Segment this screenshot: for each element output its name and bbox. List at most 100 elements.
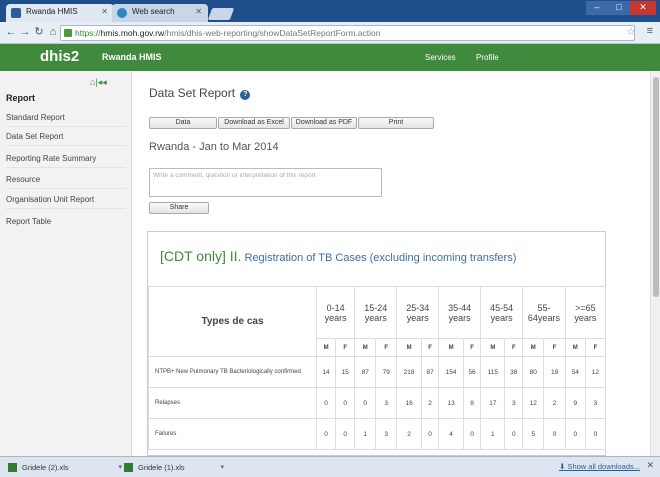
data-cell[interactable]: 38 xyxy=(504,356,524,388)
browser-tab-inactive[interactable]: Web search ✕ xyxy=(112,4,208,22)
dhis2-logo[interactable]: dhis2 xyxy=(40,48,79,65)
data-cell[interactable]: 0 xyxy=(564,418,586,450)
reload-icon[interactable]: ↻ xyxy=(32,25,46,39)
app-header: dhis2 Rwanda HMIS Services Profile xyxy=(0,44,660,71)
data-cell[interactable]: 14 xyxy=(315,356,337,388)
vertical-scrollbar[interactable] xyxy=(650,71,660,456)
collapse-icon[interactable]: |◂◂ xyxy=(95,77,106,87)
data-cell[interactable]: 2 xyxy=(420,387,440,419)
section-prefix: [CDT only] xyxy=(160,248,226,264)
data-cell[interactable]: 19 xyxy=(543,356,566,388)
services-menu[interactable]: Services xyxy=(425,53,456,62)
data-cell[interactable]: 0 xyxy=(354,387,377,419)
share-button[interactable]: Share xyxy=(149,202,209,214)
help-icon[interactable]: ? xyxy=(240,90,251,100)
browser-tab-active[interactable]: Rwanda HMIS ✕ xyxy=(6,4,114,22)
sex-header: M xyxy=(564,338,586,357)
sidebar-item-data-set-report[interactable]: Data Set Report xyxy=(6,132,126,146)
data-cell[interactable]: 15 xyxy=(335,356,356,388)
data-cell[interactable]: 115 xyxy=(480,356,506,388)
sex-header: F xyxy=(375,338,398,357)
data-button[interactable]: Data xyxy=(149,117,217,129)
chevron-down-icon[interactable]: ▾ xyxy=(220,461,224,474)
data-cell[interactable]: 4 xyxy=(438,418,464,450)
print-button[interactable]: Print xyxy=(358,117,434,129)
data-cell[interactable]: 3 xyxy=(375,418,398,450)
close-window-icon[interactable]: ✕ xyxy=(630,1,656,15)
show-all-downloads-link[interactable]: ⬇ Show all downloads... xyxy=(559,462,640,471)
browser-menu-icon[interactable]: ≡ xyxy=(647,25,653,37)
data-cell[interactable]: 0 xyxy=(420,418,440,450)
forward-arrow-icon[interactable]: → xyxy=(18,25,32,39)
tb-registration-table: Types de cas 0-14 years 15-24 years 25-3… xyxy=(148,286,607,450)
maximize-icon[interactable]: □ xyxy=(608,1,630,15)
close-tab-icon[interactable]: ✕ xyxy=(101,7,108,16)
data-cell[interactable]: 0 xyxy=(315,387,337,419)
chevron-down-icon[interactable]: ▾ xyxy=(118,461,122,474)
data-cell[interactable]: 1 xyxy=(354,418,377,450)
data-cell[interactable]: 0 xyxy=(315,418,337,450)
age-group-header: 55-64years xyxy=(522,286,566,339)
close-tab-icon[interactable]: ✕ xyxy=(195,7,202,16)
data-cell[interactable]: 13 xyxy=(438,387,464,419)
row-label: Relapses xyxy=(148,387,317,419)
data-cell[interactable]: 87 xyxy=(354,356,377,388)
profile-menu[interactable]: Profile xyxy=(476,53,499,62)
report-section: [CDT only] II. Registration of TB Cases … xyxy=(147,231,607,456)
data-cell[interactable]: 2 xyxy=(543,387,566,419)
address-bar[interactable]: https://hmis.moh.gov.rw/hmis/dhis-web-re… xyxy=(60,25,635,41)
data-cell[interactable]: 154 xyxy=(438,356,464,388)
sex-header: F xyxy=(504,338,524,357)
scrollbar-thumb[interactable] xyxy=(653,77,659,297)
minimize-icon[interactable]: – xyxy=(586,1,608,15)
data-cell[interactable]: 0 xyxy=(543,418,566,450)
data-cell[interactable]: 0 xyxy=(504,418,524,450)
data-cell[interactable]: 2 xyxy=(396,418,422,450)
data-cell[interactable]: 87 xyxy=(420,356,440,388)
new-tab-button[interactable] xyxy=(207,8,235,20)
home-icon[interactable]: ⌂ xyxy=(46,25,60,39)
sidebar-item-org-unit-report[interactable]: Organisation Unit Report xyxy=(6,195,126,209)
close-shelf-icon[interactable]: ✕ xyxy=(646,460,654,471)
download-item[interactable]: Gridele (2).xls ▾ xyxy=(8,461,122,474)
bookmark-star-icon[interactable]: ☆ xyxy=(626,25,636,38)
data-cell[interactable]: 3 xyxy=(375,387,398,419)
data-cell[interactable]: 0 xyxy=(335,418,356,450)
data-cell[interactable]: 3 xyxy=(584,387,607,419)
data-cell[interactable]: 16 xyxy=(396,387,422,419)
data-cell[interactable]: 79 xyxy=(375,356,398,388)
sex-header: F xyxy=(335,338,356,357)
sex-header: F xyxy=(584,338,607,357)
sidebar-item-resource[interactable]: Resource xyxy=(6,175,126,189)
sex-header: M xyxy=(354,338,377,357)
report-period-title: Rwanda - Jan to Mar 2014 xyxy=(149,141,279,153)
sidebar-item-report-table[interactable]: Report Table xyxy=(6,217,126,230)
sidebar-item-standard-report[interactable]: Standard Report xyxy=(6,113,126,127)
data-cell[interactable]: 12 xyxy=(584,356,607,388)
data-cell[interactable]: 56 xyxy=(462,356,482,388)
data-cell[interactable]: 3 xyxy=(504,387,524,419)
data-cell[interactable]: 218 xyxy=(396,356,422,388)
data-cell[interactable]: 0 xyxy=(335,387,356,419)
data-cell[interactable]: 17 xyxy=(480,387,506,419)
data-cell[interactable]: 9 xyxy=(564,387,586,419)
table-row: Failures 0 0 1 3 2 0 4 0 1 0 5 0 0 0 xyxy=(148,418,607,450)
row-label: NTPB+ New Pulmonary TB Bacteriologically… xyxy=(148,356,317,388)
download-pdf-button[interactable]: Download as PDF xyxy=(291,117,357,129)
section-numeral: II. xyxy=(225,248,242,264)
age-group-header: >=65 years xyxy=(564,286,607,339)
data-cell[interactable]: 12 xyxy=(522,387,545,419)
back-arrow-icon[interactable]: ← xyxy=(4,25,18,39)
url-path: /hmis/dhis-web-reporting/showDataSetRepo… xyxy=(164,28,381,38)
data-cell[interactable]: 54 xyxy=(564,356,586,388)
data-cell[interactable]: 8 xyxy=(462,387,482,419)
data-cell[interactable]: 0 xyxy=(462,418,482,450)
download-item[interactable]: Gridele (1).xls ▾ xyxy=(124,461,224,474)
data-cell[interactable]: 0 xyxy=(584,418,607,450)
data-cell[interactable]: 5 xyxy=(522,418,545,450)
data-cell[interactable]: 1 xyxy=(480,418,506,450)
comment-textarea[interactable]: Write a comment, question or interpretat… xyxy=(149,168,382,197)
sidebar-item-reporting-rate-summary[interactable]: Reporting Rate Summary xyxy=(6,154,126,168)
data-cell[interactable]: 80 xyxy=(522,356,545,388)
download-excel-button[interactable]: Download as Excel xyxy=(218,117,290,129)
